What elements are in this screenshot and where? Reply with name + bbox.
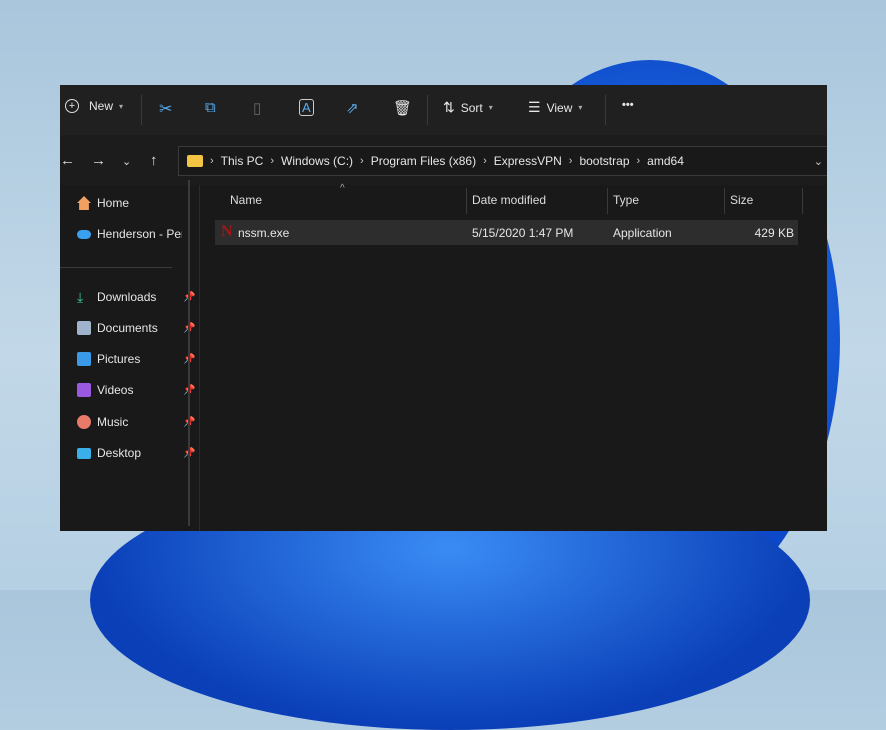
address-bar[interactable]: › This PC › Windows (C:) › Program Files (… (178, 146, 827, 176)
rename-button[interactable]: A (299, 99, 314, 116)
sidebar-item-label: Downloads (97, 290, 157, 304)
file-type: Application (613, 226, 672, 240)
paste-button[interactable]: ▯ (253, 99, 261, 117)
plus-circle-icon: + (65, 99, 79, 113)
breadcrumb-item[interactable]: amd64 (647, 154, 684, 168)
more-options-button[interactable]: ••• (622, 99, 634, 111)
file-explorer-window: + New ▾ ✂ ⧉ ▯ A ⇗ 🗑 ⇅ Sort ▾ ☰ View ▾ ••• ← →… (60, 85, 827, 531)
scissors-icon: ✂ (159, 101, 173, 118)
cloud-icon (77, 229, 91, 239)
sidebar-item-videos[interactable]: Videos📌 (77, 383, 195, 397)
download-icon: ⤓ (77, 289, 84, 305)
recent-dropdown[interactable]: ⌄ (122, 155, 131, 168)
sidebar-item-label: Henderson - Per (97, 227, 182, 241)
folder-icon (187, 155, 203, 167)
sidebar-scrollbar[interactable] (188, 180, 190, 526)
rename-icon: A (299, 99, 314, 116)
share-button[interactable]: ⇗ (346, 99, 359, 117)
pictures-icon (77, 352, 91, 366)
sidebar-item-desktop[interactable]: Desktop📌 (77, 446, 195, 460)
sidebar-item-pictures[interactable]: Pictures📌 (77, 352, 195, 366)
navigation-pane: Home Henderson - Per ⤓Downloads📌 Documen… (60, 185, 195, 531)
command-bar: + New ▾ ✂ ⧉ ▯ A ⇗ 🗑 ⇅ Sort ▾ ☰ View ▾ ••• (60, 85, 827, 135)
sidebar-item-label: Pictures (97, 352, 141, 366)
videos-icon (77, 383, 91, 397)
copy-icon: ⧉ (205, 99, 216, 116)
address-dropdown-icon[interactable]: ⌄ (814, 155, 823, 168)
column-header-size[interactable]: Size (730, 193, 753, 207)
sidebar-item-onedrive[interactable]: Henderson - Per (77, 227, 187, 241)
column-header-name[interactable]: Name (230, 193, 262, 207)
sidebar-item-label: Documents (97, 321, 158, 335)
breadcrumb-item[interactable]: This PC (221, 154, 264, 168)
delete-button[interactable]: 🗑 (393, 99, 412, 117)
copy-button[interactable]: ⧉ (205, 99, 216, 116)
paste-icon: ▯ (253, 100, 262, 117)
sidebar-item-documents[interactable]: Documents📌 (77, 321, 195, 335)
trash-icon: 🗑 (393, 100, 413, 117)
view-label: View (546, 100, 573, 115)
breadcrumb-item[interactable]: Program Files (x86) (371, 154, 476, 168)
sidebar-item-label: Music (97, 415, 129, 429)
share-icon: ⇗ (346, 100, 359, 117)
column-header-date[interactable]: Date modified (472, 193, 546, 207)
breadcrumb-item[interactable]: Windows (C:) (281, 154, 353, 168)
new-button[interactable]: + New ▾ (65, 99, 123, 113)
breadcrumb-item[interactable]: bootstrap (579, 154, 629, 168)
address-row: ← → ⌄ ↑ › This PC › Windows (C:) › Program… (60, 135, 827, 185)
sort-ascending-indicator: ^ (340, 183, 345, 194)
file-size: 429 KB (754, 226, 794, 240)
new-label: New (89, 99, 114, 113)
document-icon (77, 321, 91, 335)
sidebar-item-label: Desktop (97, 446, 142, 460)
more-icon: ••• (622, 99, 634, 111)
file-name: nssm.exe (238, 226, 290, 240)
view-button[interactable]: ☰ View ▾ (528, 99, 582, 116)
desktop-icon (77, 447, 91, 459)
sidebar-item-label: Home (97, 196, 130, 210)
home-icon (77, 196, 91, 210)
sidebar-item-music[interactable]: Music📌 (77, 415, 195, 429)
view-list-icon: ☰ (528, 99, 541, 115)
nssm-app-icon: N (221, 223, 233, 240)
file-date: 5/15/2020 1:47 PM (472, 226, 574, 240)
file-row[interactable]: N nssm.exe 5/15/2020 1:47 PM Application… (215, 220, 798, 245)
cut-button[interactable]: ✂ (159, 99, 172, 119)
sort-icon: ⇅ (443, 99, 455, 115)
sort-button[interactable]: ⇅ Sort ▾ (443, 99, 493, 116)
sort-label: Sort (460, 100, 483, 115)
sidebar-item-downloads[interactable]: ⤓Downloads📌 (77, 289, 195, 305)
sidebar-item-label: Videos (97, 383, 134, 397)
sidebar-item-home[interactable]: Home (77, 196, 187, 210)
breadcrumb-item[interactable]: ExpressVPN (494, 154, 562, 168)
forward-button[interactable]: → (91, 152, 106, 169)
music-icon (77, 415, 91, 429)
column-header-type[interactable]: Type (613, 193, 639, 207)
back-button[interactable]: ← (60, 152, 75, 169)
up-button[interactable]: ↑ (150, 152, 158, 169)
